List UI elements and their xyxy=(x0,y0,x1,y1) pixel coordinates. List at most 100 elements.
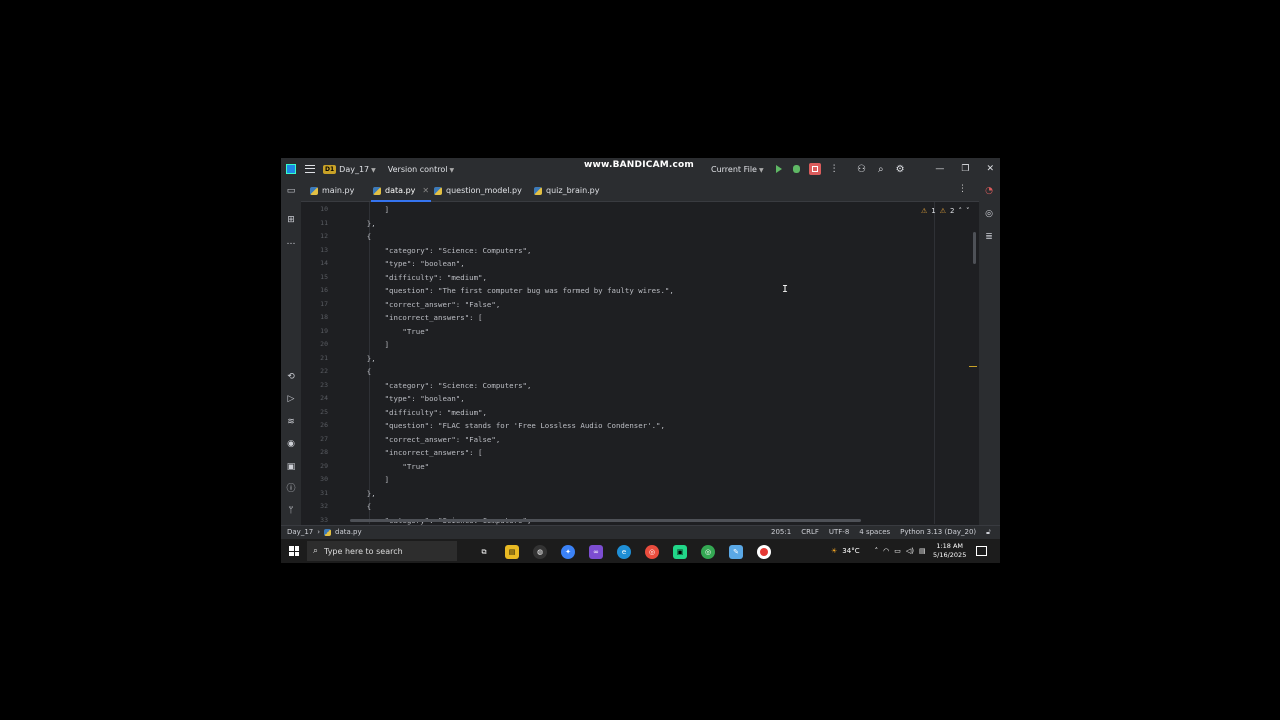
media-app-icon[interactable]: ◍ xyxy=(533,545,547,559)
line-number: 24 xyxy=(320,394,328,402)
debug-icon[interactable] xyxy=(792,165,800,173)
inspection-widget[interactable]: ⚠ 1 ⚠ 2 ˄ ˅ xyxy=(921,207,970,215)
terminal-icon[interactable]: ▣ xyxy=(286,462,296,472)
minimize-icon[interactable]: — xyxy=(935,164,944,174)
file-encoding[interactable]: UTF-8 xyxy=(829,528,849,537)
edge-browser-icon[interactable]: e xyxy=(617,545,631,559)
weather-temp[interactable]: 34°C xyxy=(842,547,859,555)
code-line: "type": "boolean", xyxy=(349,259,465,268)
tab-main-py[interactable]: main.py xyxy=(310,180,354,201)
python-interpreter[interactable]: Python 3.13 (Day_20) xyxy=(900,528,976,537)
more-tools-icon[interactable]: … xyxy=(286,237,296,247)
line-number: 16 xyxy=(320,286,328,294)
horizontal-scrollbar[interactable] xyxy=(350,519,861,522)
vertical-scrollbar[interactable] xyxy=(973,232,976,264)
run-config-selector[interactable]: Current File ▼ xyxy=(711,165,764,174)
run-icon[interactable] xyxy=(775,165,782,173)
recorder-watermark: www.BANDICAM.com xyxy=(584,160,695,170)
database-icon[interactable]: ≣ xyxy=(984,232,994,242)
close-icon[interactable]: ✕ xyxy=(986,164,994,174)
error-stripe-mark[interactable] xyxy=(969,366,977,367)
tab-quiz-brain-py[interactable]: quiz_brain.py xyxy=(534,180,600,201)
restore-icon[interactable]: ❐ xyxy=(961,164,969,174)
code-line: ] xyxy=(349,340,390,349)
volume-icon[interactable]: ◁) xyxy=(906,547,914,555)
code-line: }, xyxy=(349,218,376,228)
more-actions-icon[interactable]: ⋮ xyxy=(830,164,839,174)
chevron-down-icon: ▼ xyxy=(449,166,455,174)
chevron-up-icon[interactable]: ˄ xyxy=(959,207,963,215)
notepad-icon[interactable]: ✎ xyxy=(729,545,743,559)
ide-window: D1 Day_17 ▼ Version control ▼ www.BANDICAM… xyxy=(281,158,1000,563)
status-bar: Day_17 › data.py 205:1 CRLF UTF-8 4 spac… xyxy=(281,525,1000,539)
python-packages-icon[interactable]: ⟲ xyxy=(286,372,296,382)
gear-icon[interactable]: ⚙ xyxy=(896,164,905,175)
breadcrumb-project[interactable]: Day_17 xyxy=(287,528,313,536)
battery-icon[interactable]: ▭ xyxy=(894,547,901,555)
tab-options-icon[interactable]: ⋮ xyxy=(958,184,967,194)
layers-icon[interactable]: ≋ xyxy=(286,417,296,427)
network-icon[interactable]: ◠ xyxy=(883,547,889,555)
line-number: 11 xyxy=(320,218,328,227)
structure-icon[interactable]: ⊞ xyxy=(286,215,296,225)
left-tool-strip: ▭ ⊞ … ⟲ ▷ ≋ ◉ ▣ ⓘ ᛘ xyxy=(281,180,301,525)
version-control-label: Version control xyxy=(387,164,448,174)
breadcrumb-file[interactable]: data.py xyxy=(335,528,362,536)
code-line: "incorrect_answers": [ xyxy=(349,313,483,322)
tab-label: quiz_brain.py xyxy=(546,186,600,195)
search-icon[interactable]: ⌕ xyxy=(878,164,884,175)
pycharm-taskbar-icon[interactable]: ▣ xyxy=(673,545,687,559)
code-editor[interactable]: ] }, { "category": "Science: Computers",… xyxy=(349,202,934,525)
project-folder-icon[interactable]: ▭ xyxy=(286,186,296,196)
code-line: "difficulty": "medium", xyxy=(349,272,487,282)
services-icon[interactable]: ◉ xyxy=(286,439,296,449)
line-number: 18 xyxy=(320,313,328,321)
line-ending[interactable]: CRLF xyxy=(801,528,819,537)
keyboard-icon[interactable]: ▤ xyxy=(919,547,926,555)
lock-icon[interactable]: 🔓︎ xyxy=(986,528,991,537)
line-number: 30 xyxy=(320,475,328,483)
chat-app-icon[interactable]: ✦ xyxy=(561,545,575,559)
code-line: "correct_answer": "False", xyxy=(349,434,501,444)
file-explorer-icon[interactable]: ▤ xyxy=(505,545,519,559)
weather-icon[interactable]: ☀ xyxy=(831,547,837,555)
run-console-icon[interactable]: ▷ xyxy=(286,394,296,404)
bandicam-record-icon[interactable] xyxy=(757,545,771,559)
tab-question-model-py[interactable]: question_model.py xyxy=(434,180,522,201)
chrome-profile-icon[interactable]: ◎ xyxy=(701,545,715,559)
version-control-menu[interactable]: Version control ▼ xyxy=(388,165,454,174)
code-line: "difficulty": "medium", xyxy=(349,407,487,417)
code-line: }, xyxy=(349,488,376,498)
warning-icon: ⚠ xyxy=(921,207,928,215)
taskbar-search-box[interactable]: ⌕ Type here to search xyxy=(307,541,457,561)
git-branch-icon[interactable]: ᛘ xyxy=(286,506,296,516)
visual-studio-icon[interactable]: ∞ xyxy=(589,545,603,559)
project-selector[interactable]: Day_17 ▼ xyxy=(339,165,376,174)
clock-date: 5/16/2025 xyxy=(933,551,967,559)
code-line: { xyxy=(349,502,372,511)
main-menu-icon[interactable] xyxy=(305,164,315,174)
notifications-bell-icon[interactable]: ◔ xyxy=(984,186,994,196)
line-number: 29 xyxy=(320,461,328,470)
chevron-up-icon[interactable]: ˄ xyxy=(875,547,879,555)
code-line: "question": "The first computer bug was … xyxy=(349,286,674,295)
windows-start-icon[interactable] xyxy=(289,546,299,556)
chrome-browser-icon[interactable]: ◎ xyxy=(645,545,659,559)
stop-icon[interactable] xyxy=(808,163,821,175)
chevron-down-icon[interactable]: ˅ xyxy=(966,207,970,215)
caret-position[interactable]: 205:1 xyxy=(771,528,791,537)
code-line: "correct_answer": "False", xyxy=(349,299,501,309)
line-number: 25 xyxy=(320,407,328,416)
code-line: }, xyxy=(349,353,376,363)
close-tab-icon[interactable]: ✕ xyxy=(422,186,429,195)
code-line: ] xyxy=(349,205,390,214)
taskbar-clock[interactable]: 1:18 AM 5/16/2025 xyxy=(933,542,966,560)
collab-user-icon[interactable]: ⚇ xyxy=(857,164,866,175)
task-view-icon[interactable]: ⧉ xyxy=(477,545,491,559)
notification-center-icon[interactable] xyxy=(976,546,987,556)
ai-assistant-icon[interactable]: ◎ xyxy=(984,209,994,219)
line-number: 12 xyxy=(320,232,328,240)
indent-setting[interactable]: 4 spaces xyxy=(859,528,890,537)
problems-icon[interactable]: ⓘ xyxy=(286,484,296,494)
tab-data-py[interactable]: data.py ✕ xyxy=(370,180,432,202)
